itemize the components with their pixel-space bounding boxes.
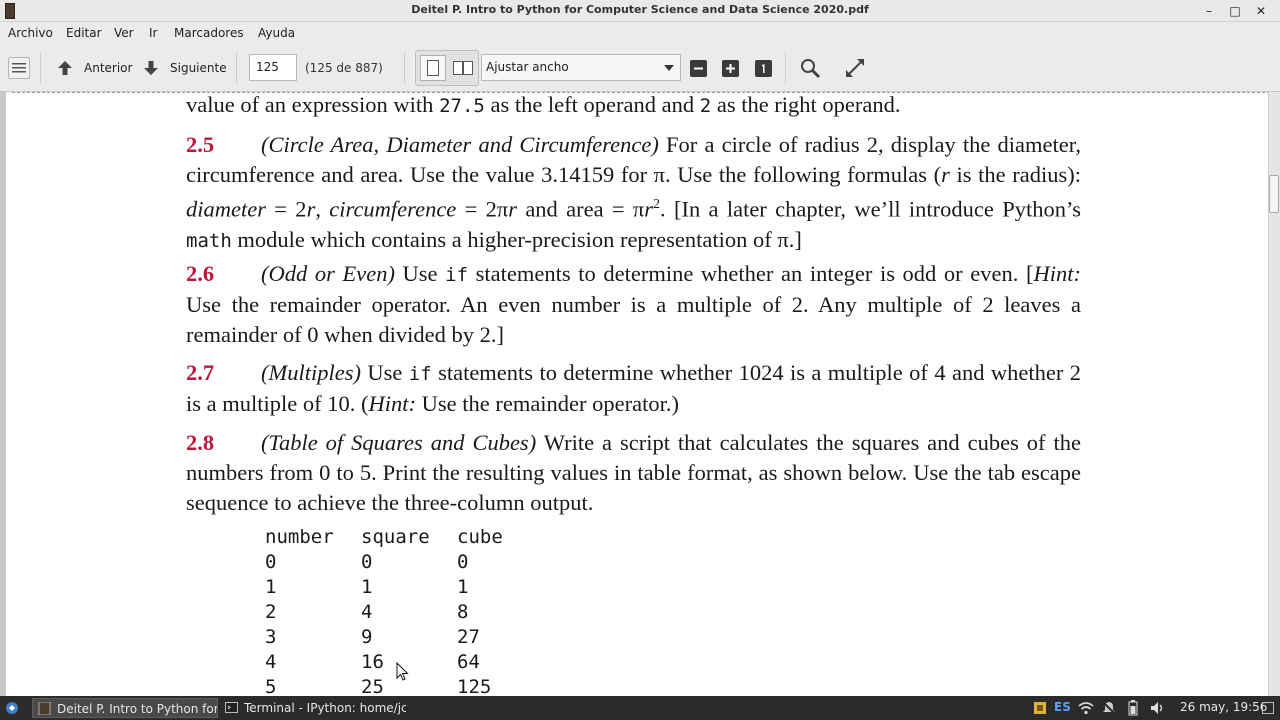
exercise-2-7: 2.7 (Multiples) Use if statements to dete… (186, 360, 1081, 416)
previous-label[interactable]: Anterior (84, 61, 132, 75)
zoom-select[interactable]: Ajustar ancho (481, 54, 681, 81)
menu-marcadores[interactable]: Marcadores (174, 26, 244, 40)
toolbar-separator (236, 52, 237, 84)
previous-page-button[interactable] (54, 58, 76, 78)
menu-ayuda[interactable]: Ayuda (258, 26, 295, 40)
volume-icon[interactable] (1150, 701, 1166, 715)
close-button[interactable]: ✕ (1252, 2, 1270, 20)
table-row: 4 16 64 (265, 651, 480, 673)
task-terminal[interactable]: Terminal - IPython: home/jc... (220, 698, 406, 718)
chevron-down-icon (664, 65, 674, 71)
toolbar-separator (40, 52, 41, 84)
zoom-select-value: Ajustar ancho (486, 60, 569, 74)
minimize-button[interactable]: – (1200, 2, 1218, 20)
table-header: number square cube (265, 526, 503, 548)
fullscreen-icon (846, 59, 864, 77)
clipboard-icon[interactable] (1033, 701, 1047, 715)
exercise-2-6: 2.6 (Odd or Even) Use if statements to de… (186, 261, 1081, 347)
keyboard-language[interactable]: ES (1054, 700, 1071, 714)
actual-size-button[interactable] (755, 60, 772, 77)
menu-archivo[interactable]: Archivo (8, 26, 53, 40)
exercise-2-8: 2.8 (Table of Squares and Cubes) Write a … (186, 430, 1081, 515)
zoom-in-button[interactable] (722, 60, 739, 77)
dual-page-icon (453, 61, 473, 75)
exercise-title: (Circle Area, Diameter and Circumference… (261, 132, 659, 157)
view-mode-toggle (415, 50, 479, 86)
table-row: 3 9 27 (265, 626, 480, 648)
table-row: 2 4 8 (265, 601, 469, 623)
plus-icon (726, 64, 735, 73)
toolbar: Anterior Siguiente 125 (125 de 887) Ajus… (0, 44, 1280, 92)
arrow-down-icon (144, 61, 158, 75)
menu-editar[interactable]: Editar (66, 26, 102, 40)
terminal-icon (225, 702, 238, 713)
wifi-icon[interactable] (1078, 701, 1094, 715)
pdf-viewer-icon (38, 702, 51, 715)
taskbar: Deitel P. Intro to Python for ... Termin… (0, 696, 1280, 720)
menu-bar: Archivo Editar Ver Ir Marcadores Ayuda (0, 22, 1280, 44)
toolbar-separator (785, 52, 786, 84)
menu-ir[interactable]: Ir (149, 26, 157, 40)
show-desktop-icon[interactable] (1262, 702, 1274, 714)
table-row: 0 0 0 (265, 551, 469, 573)
exercise-title: (Odd or Even) (261, 261, 395, 286)
battery-icon[interactable] (1128, 700, 1138, 716)
title-bar: Deitel P. Intro to Python for Computer S… (0, 0, 1280, 22)
scrollbar-thumb[interactable] (1269, 175, 1279, 213)
list-icon (12, 63, 26, 73)
paragraph-continuation: value of an expression with 27.5 as the … (186, 92, 901, 117)
single-page-icon (427, 60, 439, 76)
mouse-pointer-icon (396, 662, 409, 681)
exercise-number: 2.5 (186, 132, 215, 157)
start-menu-icon[interactable] (5, 701, 19, 715)
notifications-muted-icon[interactable] (1102, 701, 1116, 715)
next-label[interactable]: Siguiente (170, 61, 227, 75)
page-number-input[interactable]: 125 (249, 54, 297, 81)
single-page-view-button[interactable] (420, 55, 446, 81)
zoom-out-button[interactable] (690, 60, 707, 77)
restore-button[interactable]: □ (1226, 2, 1244, 20)
exercise-number: 2.7 (186, 360, 215, 385)
window-title: Deitel P. Intro to Python for Computer S… (411, 3, 869, 16)
fullscreen-button[interactable] (843, 56, 867, 80)
minus-icon (694, 67, 703, 70)
document-view[interactable]: value of an expression with 27.5 as the … (0, 92, 1268, 696)
table-row: 1 1 1 (265, 576, 469, 598)
clock: 26 may, 19:56 (1180, 700, 1268, 714)
arrow-up-icon (58, 61, 72, 75)
exercise-2-5: 2.5 (Circle Area, Diameter and Circumfere… (186, 132, 1081, 252)
exercise-title: (Table of Squares and Cubes) (261, 430, 537, 455)
search-button[interactable] (798, 56, 822, 80)
menu-ver[interactable]: Ver (114, 26, 134, 40)
task-pdf-viewer[interactable]: Deitel P. Intro to Python for ... (32, 698, 218, 718)
exercise-title: (Multiples) (261, 360, 361, 385)
one-icon (762, 64, 765, 73)
page-count: (125 de 887) (305, 61, 383, 75)
search-icon (801, 59, 821, 79)
exercise-number: 2.6 (186, 261, 215, 286)
table-row: 5 25 125 (265, 676, 492, 696)
sidebar-toggle-button[interactable] (8, 57, 30, 79)
next-page-button[interactable] (140, 58, 162, 78)
dual-page-view-button[interactable] (450, 55, 476, 81)
exercise-number: 2.8 (186, 430, 215, 455)
toolbar-separator (404, 52, 405, 84)
